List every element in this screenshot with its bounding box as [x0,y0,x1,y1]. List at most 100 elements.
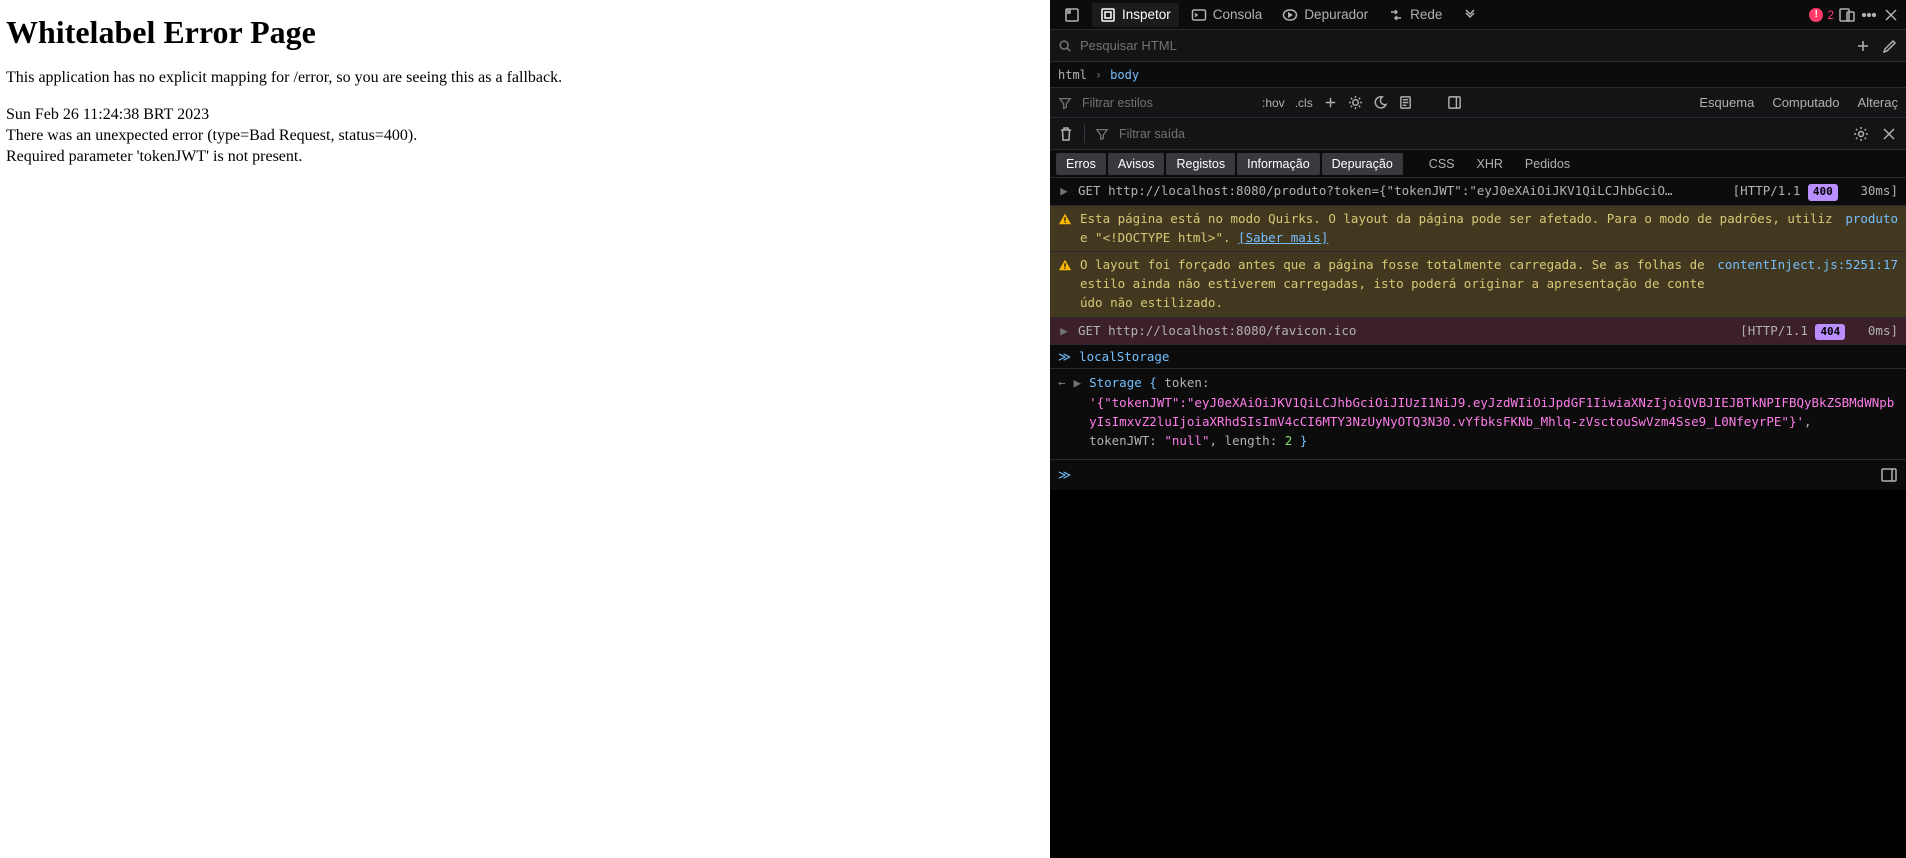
timing: 0ms] [1868,323,1898,338]
close-devtools-icon[interactable] [1882,6,1900,24]
protocol: [HTTP/1.1 [1740,323,1808,338]
error-count-badge[interactable]: ! 2 [1809,8,1834,22]
warning-icon [1058,258,1072,272]
ctab-css[interactable]: CSS [1419,153,1465,175]
timing: 30ms] [1860,183,1898,198]
tab-inspector-label: Inspetor [1122,7,1171,22]
console-command: ≫ localStorage [1050,345,1906,369]
ctab-requests[interactable]: Pedidos [1515,153,1580,175]
ctab-warnings[interactable]: Avisos [1108,153,1165,175]
html-search-input[interactable] [1080,38,1846,53]
tab-inspector[interactable]: Inspetor [1092,3,1179,27]
method: GET [1078,323,1101,338]
eyedropper-icon[interactable] [1880,37,1898,55]
disclosure-icon: ▶ [1058,322,1070,341]
overflow-tabs-button[interactable] [1454,3,1486,27]
tab-debugger[interactable]: Depurador [1274,3,1376,27]
styles-filter-input[interactable] [1082,96,1252,110]
log-network-request[interactable]: ▶ GET http://localhost:8080/produto?toke… [1050,178,1906,206]
responsive-mode-icon[interactable] [1838,6,1856,24]
chevron-right-icon: › [1095,68,1102,82]
ctab-xhr[interactable]: XHR [1467,153,1513,175]
dom-breadcrumbs: html › body [1050,62,1906,88]
ctab-info[interactable]: Informação [1237,153,1320,175]
console-filter-input[interactable] [1119,127,1319,141]
light-scheme-icon[interactable] [1348,95,1363,110]
devtools-panel: Inspetor Consola Depurador Rede ! 2 [1050,0,1906,858]
tab-console[interactable]: Consola [1183,3,1271,27]
tab-network-label: Rede [1410,7,1442,22]
ctab-logs[interactable]: Registos [1166,153,1235,175]
search-icon [1058,39,1072,53]
crumb-body[interactable]: body [1110,68,1139,82]
prop-key: length: [1225,433,1285,448]
dark-scheme-icon[interactable] [1373,95,1388,110]
print-media-icon[interactable] [1398,95,1413,110]
console-input-row[interactable]: ≫ [1050,460,1906,490]
layout-panel-icon[interactable] [1447,95,1462,110]
source-link[interactable]: contentInject.js:5251:17 [1717,257,1898,272]
object-suffix: } [1300,433,1308,448]
status-badge: 400 [1808,184,1838,201]
tab-console-label: Consola [1213,7,1263,22]
meatball-menu-icon[interactable] [1860,6,1878,24]
console-settings-icon[interactable] [1852,125,1870,143]
input-prompt-icon: ≫ [1058,467,1071,482]
tab-debugger-label: Depurador [1304,7,1368,22]
console-output: ▶ GET http://localhost:8080/produto?toke… [1050,178,1906,490]
learn-more-link[interactable]: [Saber mais] [1238,230,1328,245]
error-count: 2 [1827,8,1834,22]
hov-toggle[interactable]: :hov [1262,96,1285,110]
clear-console-icon[interactable] [1058,126,1074,142]
fallback-message: This application has no explicit mapping… [6,69,1044,87]
error-dot-icon: ! [1809,8,1823,22]
object-prefix: Storage { [1089,375,1164,390]
tab-network[interactable]: Rede [1380,3,1450,27]
disclosure-icon[interactable]: ▶ [1074,373,1082,451]
log-quirks-warning[interactable]: Esta página está no modo Quirks. O layou… [1050,206,1906,253]
url: http://localhost:8080/produto?token={"to… [1108,183,1672,198]
source-link[interactable]: produto [1845,211,1898,226]
tab-changes[interactable]: Alteraç [1858,95,1898,110]
command-text: localStorage [1079,349,1169,364]
disclosure-icon: ▶ [1058,182,1070,201]
back-arrow-icon: ← [1058,373,1066,451]
error-page-content: Whitelabel Error Page This application h… [0,0,1050,858]
dock-button[interactable] [1056,3,1088,27]
add-node-icon[interactable] [1854,37,1872,55]
tab-computed[interactable]: Computado [1772,95,1839,110]
add-rule-icon[interactable] [1323,95,1338,110]
ctab-errors[interactable]: Erros [1056,153,1106,175]
warning-text: O layout foi forçado antes que a página … [1080,256,1709,312]
protocol: [HTTP/1.1 [1733,183,1801,198]
url: http://localhost:8080/favicon.ico [1108,323,1356,338]
prop-key: token: [1164,375,1209,390]
log-layout-warning[interactable]: O layout foi forçado antes que a página … [1050,252,1906,317]
console-result: ← ▶ Storage { token: '{"tokenJWT":"eyJ0e… [1050,369,1906,460]
close-drawer-icon[interactable] [1880,125,1898,143]
log-favicon-request[interactable]: ▶ GET http://localhost:8080/favicon.ico … [1050,318,1906,346]
cls-toggle[interactable]: .cls [1295,96,1313,110]
prop-value: "null" [1164,433,1209,448]
html-search-bar [1050,30,1906,62]
console-drawer-toolbar [1050,118,1906,150]
filter-icon [1095,127,1109,141]
error-summary: There was an unexpected error (type=Bad … [6,126,1044,147]
crumb-html[interactable]: html [1058,68,1087,82]
input-prompt-icon: ≫ [1058,349,1071,364]
devtools-toolbar: Inspetor Consola Depurador Rede ! 2 [1050,0,1906,30]
ctab-debug[interactable]: Depuração [1322,153,1403,175]
warning-icon [1058,212,1072,226]
styles-toolbar: :hov .cls Esquema Computado Alteraç [1050,88,1906,118]
tab-layout[interactable]: Esquema [1699,95,1754,110]
sidebar-toggle-icon[interactable] [1880,466,1898,484]
timestamp: Sun Feb 26 11:24:38 BRT 2023 [6,105,1044,126]
page-title: Whitelabel Error Page [6,14,1044,51]
prop-value: 2 [1285,433,1293,448]
console-filter-tabs: Erros Avisos Registos Informação Depuraç… [1050,150,1906,178]
prop-value: '{"tokenJWT":"eyJ0eXAiOiJKV1QiLCJhbGciOi… [1089,395,1894,429]
prop-key: tokenJWT: [1089,433,1164,448]
error-detail: Required parameter 'tokenJWT' is not pre… [6,147,1044,168]
console-empty-area [1050,490,1906,858]
warning-text: Esta página está no modo Quirks. O layou… [1080,211,1833,245]
